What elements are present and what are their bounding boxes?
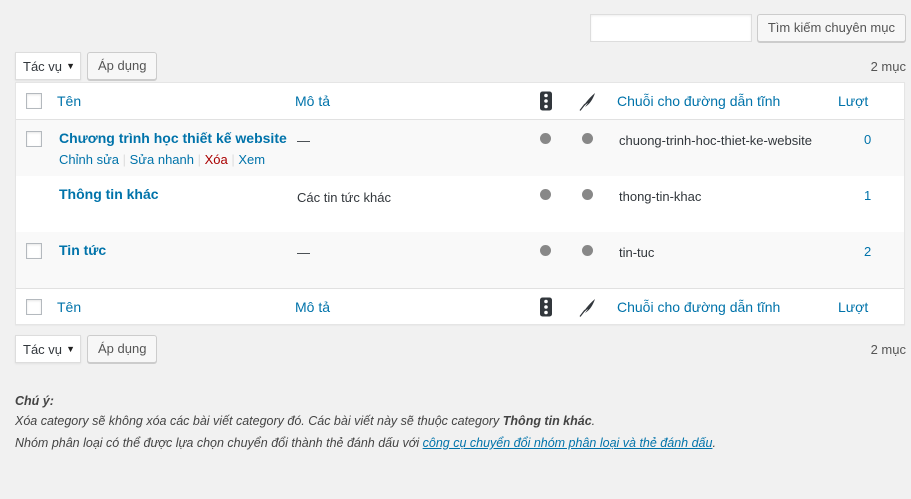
description-cell: Các tin tức khác bbox=[297, 190, 391, 205]
post-count-link[interactable]: 1 bbox=[864, 188, 871, 203]
quick-edit-link[interactable]: Sửa nhanh bbox=[130, 152, 194, 167]
category-name-link[interactable]: Thông tin khác bbox=[59, 186, 159, 202]
status-dot bbox=[582, 133, 593, 144]
view-link[interactable]: Xem bbox=[238, 152, 265, 167]
row-actions: Chỉnh sửa | Sửa nhanh | Xóa | Xem bbox=[59, 152, 266, 167]
category-name-link[interactable]: Tin tức bbox=[59, 242, 106, 258]
slug-cell: tin-tuc bbox=[619, 245, 655, 260]
select-all-checkbox[interactable] bbox=[26, 299, 42, 315]
column-description[interactable]: Mô tả bbox=[295, 299, 330, 315]
row-checkbox[interactable] bbox=[26, 131, 42, 147]
bulk-action-selected: Tác vụ bbox=[23, 58, 63, 74]
status-dot bbox=[582, 245, 593, 256]
feather-icon bbox=[579, 91, 597, 111]
tablenav-top: Tác vụ ▼ Áp dụng 2 mục bbox=[15, 52, 906, 80]
table-row: Tin tức — tin-tuc 2 bbox=[16, 232, 904, 288]
status-dot bbox=[582, 189, 593, 200]
column-description[interactable]: Mô tả bbox=[295, 93, 330, 109]
column-slug[interactable]: Chuỗi cho đường dẫn tĩnh bbox=[617, 93, 780, 109]
note-section: Chú ý: Xóa category sẽ không xóa các bài… bbox=[15, 391, 716, 453]
note-title: Chú ý: bbox=[15, 394, 54, 408]
column-slug[interactable]: Chuỗi cho đường dẫn tĩnh bbox=[617, 299, 780, 315]
status-dot bbox=[540, 189, 551, 200]
categories-table: Tên Mô tả Chuỗi cho đường dẫn tĩnh Lượt … bbox=[15, 82, 905, 325]
status-dot bbox=[540, 133, 551, 144]
table-footer: Tên Mô tả Chuỗi cho đường dẫn tĩnh Lượt bbox=[16, 288, 904, 325]
traffic-light-icon bbox=[537, 91, 555, 111]
search-input[interactable] bbox=[589, 14, 752, 42]
search-categories-button[interactable]: Tìm kiếm chuyên mục bbox=[756, 14, 906, 42]
apply-button[interactable]: Áp dụng bbox=[87, 335, 158, 363]
items-count: 2 mục bbox=[870, 341, 906, 357]
caret-down-icon: ▼ bbox=[66, 61, 75, 71]
note-line-2: Nhóm phân loại có thể được lựa chọn chuy… bbox=[15, 436, 716, 450]
traffic-light-icon bbox=[537, 297, 555, 317]
note-line-1: Xóa category sẽ không xóa các bài viết c… bbox=[15, 414, 596, 428]
slug-cell: thong-tin-khac bbox=[619, 189, 702, 204]
table-row: Thông tin khác Các tin tức khác thong-ti… bbox=[16, 176, 904, 232]
default-category-name: Thông tin khác bbox=[502, 414, 592, 428]
edit-link[interactable]: Chỉnh sửa bbox=[59, 152, 119, 167]
slug-cell: chuong-trinh-hoc-thiet-ke-website bbox=[619, 133, 812, 148]
apply-button[interactable]: Áp dụng bbox=[87, 52, 158, 80]
bulk-action-select[interactable]: Tác vụ ▼ bbox=[15, 52, 81, 80]
items-count: 2 mục bbox=[870, 58, 906, 74]
search-box: Tìm kiếm chuyên mục bbox=[589, 14, 906, 42]
column-name[interactable]: Tên bbox=[57, 299, 81, 315]
bulk-action-selected: Tác vụ bbox=[23, 341, 63, 357]
select-all-checkbox[interactable] bbox=[26, 93, 42, 109]
description-cell: — bbox=[297, 133, 310, 148]
row-checkbox[interactable] bbox=[26, 243, 42, 259]
table-row: Chương trình học thiết kế website Chỉnh … bbox=[16, 120, 904, 176]
tablenav-bottom: Tác vụ ▼ Áp dụng 2 mục bbox=[15, 335, 906, 363]
column-name[interactable]: Tên bbox=[57, 93, 81, 109]
column-count[interactable]: Lượt bbox=[838, 299, 868, 315]
status-dot bbox=[540, 245, 551, 256]
converter-link[interactable]: công cụ chuyển đổi nhóm phân loại và thẻ… bbox=[423, 436, 713, 450]
post-count-link[interactable]: 0 bbox=[864, 132, 871, 147]
column-count[interactable]: Lượt bbox=[838, 93, 868, 109]
feather-icon bbox=[579, 297, 597, 317]
delete-link[interactable]: Xóa bbox=[205, 152, 228, 167]
description-cell: — bbox=[297, 245, 310, 260]
category-name-link[interactable]: Chương trình học thiết kế website bbox=[59, 130, 287, 146]
caret-down-icon: ▼ bbox=[66, 344, 75, 354]
bulk-action-select[interactable]: Tác vụ ▼ bbox=[15, 335, 81, 363]
table-header: Tên Mô tả Chuỗi cho đường dẫn tĩnh Lượt bbox=[16, 83, 904, 120]
post-count-link[interactable]: 2 bbox=[864, 244, 871, 259]
